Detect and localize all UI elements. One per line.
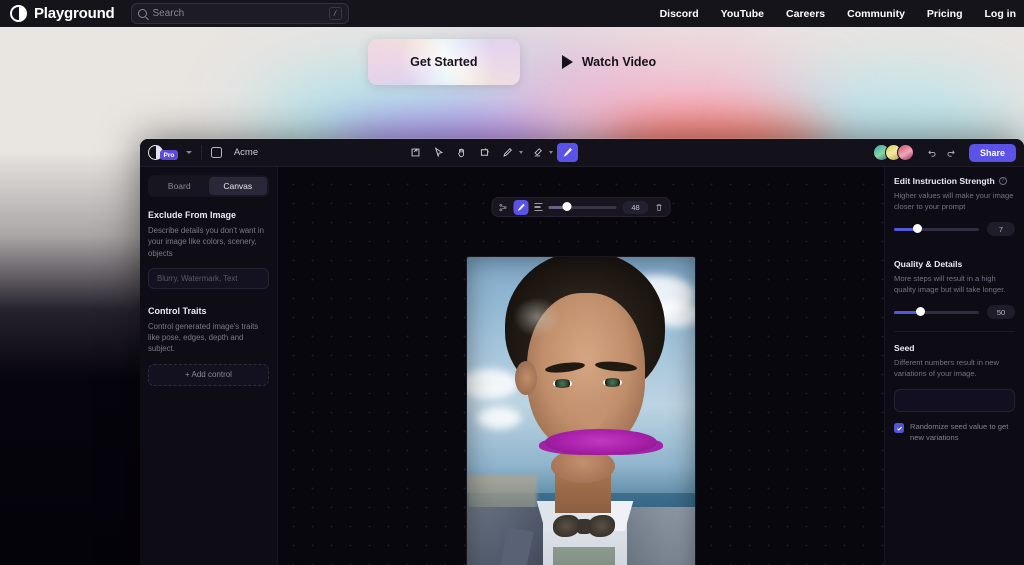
brand-name: Playground (34, 5, 115, 22)
randomize-seed-label: Randomize seed value to get new variatio… (910, 422, 1009, 442)
watch-video-button[interactable]: Watch Video (561, 55, 657, 69)
seed-description: Different numbers result in new variatio… (894, 358, 999, 378)
nav-link-login[interactable]: Log in (985, 8, 1017, 20)
add-control-button[interactable]: + Add control (148, 363, 269, 386)
canvas[interactable]: 48 (278, 167, 884, 565)
node-icon[interactable] (499, 203, 508, 212)
instruction-strength-slider[interactable] (894, 224, 979, 234)
nav-link-discord[interactable]: Discord (660, 8, 699, 20)
seed-section: Seed Different numbers result in new var… (894, 343, 1015, 443)
brush-slider-handle[interactable] (562, 202, 572, 212)
panel-separator (894, 331, 1015, 332)
brush-size-value: 48 (622, 200, 649, 214)
tab-board[interactable]: Board (150, 177, 209, 195)
hero-cta-row: Get Started Watch Video (0, 27, 1024, 97)
history-controls (924, 144, 960, 161)
watch-video-label: Watch Video (581, 55, 657, 69)
quality-title: Quality & Details (894, 259, 963, 269)
brush-size-slider[interactable] (548, 202, 617, 212)
randomize-seed-row[interactable]: Randomize seed value to get new variatio… (894, 422, 1015, 443)
exclude-title: Exclude From Image (148, 210, 237, 220)
quality-slider[interactable] (894, 307, 979, 317)
exclude-placeholder: Blurry, Watermark, Text (157, 273, 238, 283)
app-header: Pro Acme Share (140, 139, 1024, 167)
get-started-button[interactable]: Get Started (367, 39, 520, 85)
control-traits-description: Control generated image's traits like po… (148, 321, 259, 354)
redo-icon[interactable] (943, 144, 960, 161)
avatar[interactable] (896, 144, 914, 161)
exclude-from-image-section: Exclude From Image Describe details you … (148, 210, 269, 289)
artwork-bowtie-knot (577, 519, 591, 534)
app-window: Pro Acme Share Board Canvas Exclude From… (140, 139, 1024, 565)
seed-input[interactable] (894, 389, 1015, 412)
trash-icon[interactable] (655, 203, 664, 212)
slider-handle[interactable] (916, 307, 926, 317)
nav-link-careers[interactable]: Careers (786, 8, 825, 20)
app-workspace-switcher[interactable]: Pro (148, 145, 192, 160)
quality-description: More steps will result in a high quality… (894, 274, 1006, 294)
app-body: Board Canvas Exclude From Image Describe… (140, 167, 1024, 565)
search-placeholder: Search (152, 8, 185, 19)
pencil-dropdown-chevron-icon[interactable] (519, 151, 524, 154)
pencil-icon[interactable] (497, 143, 518, 162)
search-input[interactable]: Search / (130, 3, 349, 24)
canvas-artwork[interactable] (467, 257, 695, 565)
collaborator-avatars (872, 144, 914, 161)
quality-value: 50 (987, 305, 1015, 319)
right-panel: Edit Instruction Strength ? Higher value… (884, 167, 1024, 565)
nav-link-pricing[interactable]: Pricing (927, 8, 963, 20)
undo-icon[interactable] (924, 144, 941, 161)
playground-logo-icon (10, 5, 27, 22)
exclude-input[interactable]: Blurry, Watermark, Text (148, 267, 269, 289)
search-shortcut-key: / (328, 7, 342, 20)
slider-handle[interactable] (912, 224, 922, 234)
control-traits-section: Control Traits Control generated image's… (148, 306, 269, 386)
site-navbar: Playground Search / Discord YouTube Care… (0, 0, 1024, 27)
exclude-description: Describe details you don't want in your … (148, 226, 264, 258)
play-icon (561, 55, 573, 69)
nav-link-community[interactable]: Community (847, 8, 905, 20)
tab-canvas[interactable]: Canvas (208, 177, 267, 195)
instruction-strength-section: Edit Instruction Strength ? Higher value… (894, 176, 1015, 236)
quality-details-section: Quality & Details More steps will result… (894, 259, 1015, 319)
toolbar (405, 143, 579, 162)
help-icon[interactable]: ? (998, 177, 1007, 185)
eraser-icon[interactable] (527, 143, 548, 162)
randomize-seed-checkbox[interactable] (894, 423, 904, 433)
seed-title: Seed (894, 343, 915, 353)
panel-tabs: Board Canvas (148, 175, 269, 197)
page-root: Playground Search / Discord YouTube Care… (0, 0, 1024, 565)
brush-tool-active-icon[interactable] (513, 199, 529, 215)
control-traits-title: Control Traits (148, 305, 207, 316)
header-divider (200, 145, 202, 160)
export-icon[interactable] (405, 143, 426, 162)
share-button[interactable]: Share (968, 143, 1016, 162)
frame-icon[interactable] (474, 143, 495, 162)
chevron-down-icon (185, 151, 192, 154)
brush-icon[interactable] (557, 143, 579, 162)
eraser-dropdown-chevron-icon[interactable] (549, 151, 554, 154)
brand-logo[interactable]: Playground (10, 5, 115, 22)
instruction-strength-title: Edit Instruction Strength (894, 176, 995, 186)
board-icon[interactable] (210, 147, 222, 158)
plan-badge: Pro (160, 150, 178, 160)
instruction-strength-value: 7 (987, 222, 1015, 236)
get-started-label: Get Started (410, 55, 478, 69)
nav-link-youtube[interactable]: YouTube (721, 8, 764, 20)
document-title[interactable]: Acme (234, 147, 258, 158)
nav-links: Discord YouTube Careers Community Pricin… (660, 8, 1024, 20)
hand-icon[interactable] (451, 143, 472, 162)
brush-style-icon[interactable] (534, 203, 543, 211)
cursor-icon[interactable] (428, 143, 449, 162)
instruction-strength-description: Higher values will make your image close… (894, 191, 1014, 211)
header-right-controls: Share (872, 143, 1016, 162)
search-icon (137, 9, 147, 18)
left-panel: Board Canvas Exclude From Image Describe… (140, 167, 278, 565)
canvas-floating-toolbar: 48 (491, 197, 671, 217)
